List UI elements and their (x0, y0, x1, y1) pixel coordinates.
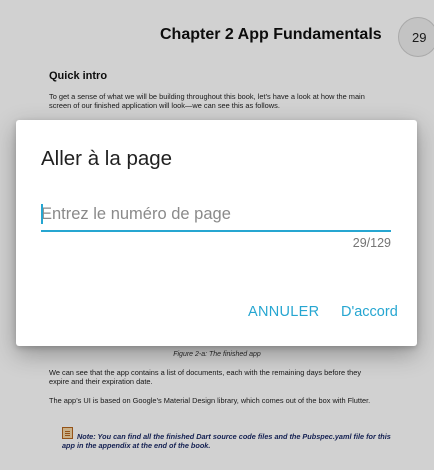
page-number-input[interactable] (41, 200, 391, 228)
go-to-page-dialog: Aller à la page 29/129 ANNULER D'accord (16, 120, 417, 346)
cancel-button[interactable]: ANNULER (248, 300, 319, 324)
page-number-field (41, 200, 391, 232)
ok-button[interactable]: D'accord (341, 300, 398, 324)
text-cursor (41, 204, 43, 224)
dialog-title: Aller à la page (41, 147, 173, 170)
page-counter: 29/129 (352, 236, 391, 250)
